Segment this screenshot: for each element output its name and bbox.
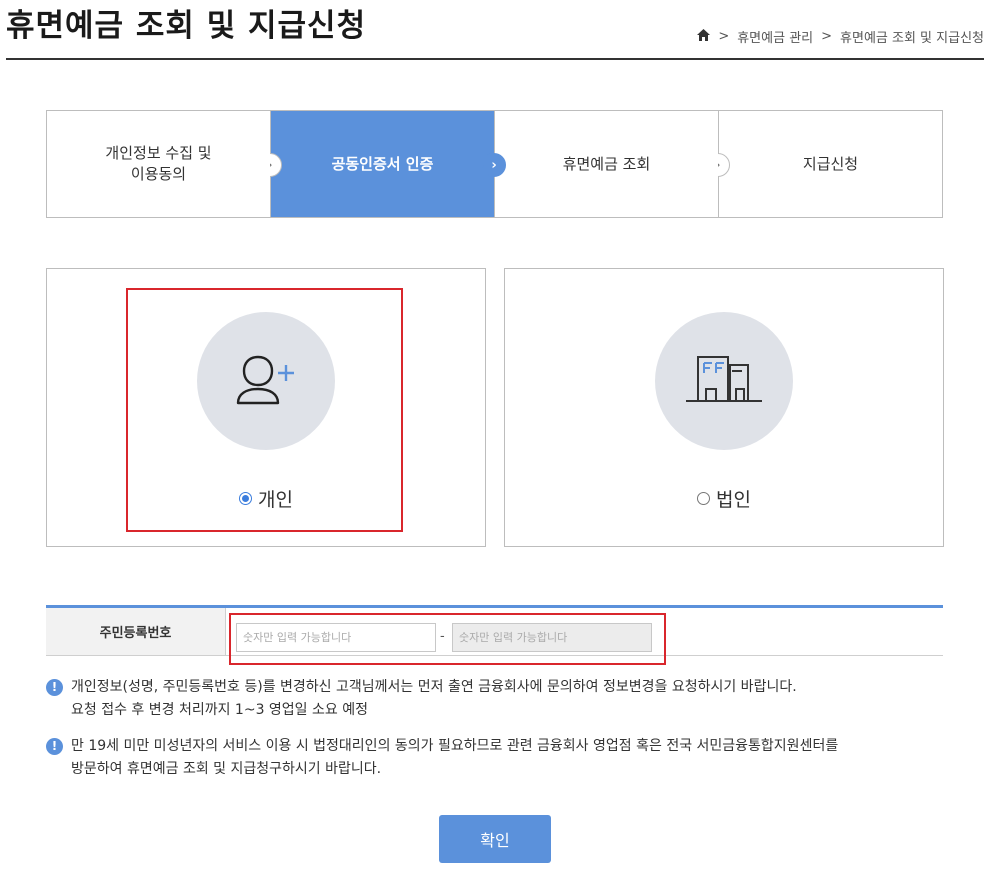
step-arrow-icon: ›	[718, 153, 730, 177]
confirm-button[interactable]: 확인	[439, 815, 551, 863]
icon-circle	[197, 312, 335, 450]
home-icon[interactable]	[697, 28, 711, 45]
rrn-input-cell: -	[226, 608, 943, 665]
corporate-type-card[interactable]: 법인	[504, 268, 944, 547]
step-payment-request: 지급신청	[719, 111, 942, 217]
breadcrumb-item-current: 휴면예금 조회 및 지급신청	[840, 31, 984, 46]
rrn-form-row: 주민등록번호 -	[46, 605, 943, 665]
step-consent: 개인정보 수집 및 이용동의 ›	[47, 111, 282, 217]
rrn-first-input[interactable]	[236, 623, 436, 652]
rrn-label: 주민등록번호	[46, 608, 226, 655]
breadcrumb-separator: >	[821, 29, 833, 44]
step-label: 지급신청	[802, 154, 859, 173]
rrn-separator: -	[440, 629, 445, 644]
step-label: 휴면예금 조회	[562, 154, 651, 173]
step-arrow-icon: ›	[482, 153, 506, 177]
person-add-icon	[234, 351, 298, 411]
corporate-radio-label: 법인	[716, 489, 751, 511]
notice-text: 만 19세 미만 미성년자의 서비스 이용 시 법정대리인의 동의가 필요하므로…	[71, 738, 839, 777]
step-label: 개인정보 수집 및 이용동의	[105, 144, 212, 183]
personal-radio-option[interactable]: 개인	[47, 485, 485, 512]
step-dormant-inquiry: 휴면예금 조회 ›	[495, 111, 730, 217]
personal-radio[interactable]	[239, 492, 253, 505]
step-arrow-icon: ›	[270, 153, 282, 177]
icon-circle	[655, 312, 793, 450]
step-label: 공동인증서 인증	[331, 154, 434, 173]
breadcrumb-item-dormant-management[interactable]: 휴면예금 관리	[737, 27, 813, 46]
step-indicator: 개인정보 수집 및 이용동의 › 공동인증서 인증 › 휴면예금 조회 › 지급…	[46, 110, 943, 218]
exclamation-icon: !	[46, 679, 63, 696]
step-certificate-auth: 공동인증서 인증 ›	[271, 111, 506, 217]
notice-text: 개인정보(성명, 주민등록번호 등)를 변경하신 고객님께서는 먼저 출연 금융…	[71, 679, 797, 718]
personal-radio-label: 개인	[258, 489, 293, 511]
corporate-radio[interactable]	[697, 492, 711, 505]
building-icon	[684, 351, 764, 411]
title-divider	[6, 58, 984, 60]
exclamation-icon: !	[46, 738, 63, 755]
rrn-second-input[interactable]	[452, 623, 652, 652]
personal-type-card[interactable]: 개인	[46, 268, 486, 547]
breadcrumb: > 휴면예금 관리 > 휴면예금 조회 및 지급신청	[697, 27, 984, 46]
corporate-radio-option[interactable]: 법인	[505, 485, 943, 512]
breadcrumb-separator: >	[718, 29, 730, 44]
notice-minor-consent: ! 만 19세 미만 미성년자의 서비스 이용 시 법정대리인의 동의가 필요하…	[46, 735, 943, 781]
notice-info-change: ! 개인정보(성명, 주민등록번호 등)를 변경하신 고객님께서는 먼저 출연 …	[46, 676, 943, 722]
page-title: 휴면예금 조회 및 지급신청	[6, 8, 367, 44]
